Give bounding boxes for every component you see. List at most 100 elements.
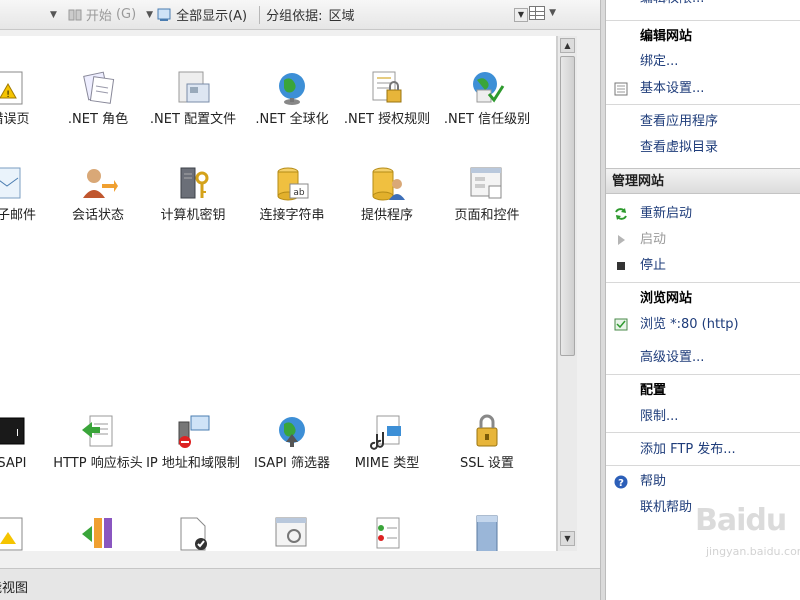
browse-80-label: 浏览 *:80 (http) (640, 317, 739, 332)
help-link[interactable]: ? 帮助 (606, 471, 800, 493)
show-all-label: 全部显示(A) (176, 9, 248, 24)
scroll-thumb[interactable] (560, 56, 575, 356)
stop-icon (617, 262, 625, 270)
view-mode-button[interactable]: ▼ (529, 6, 560, 20)
start-site-link: 启动 (606, 229, 800, 251)
net-globalization-icon (279, 73, 305, 105)
feature-row4-item-4[interactable] (242, 514, 342, 551)
net-roles-icon (83, 71, 115, 104)
tab-features-view[interactable]: 功能视图 (0, 581, 28, 596)
baidu-watermark-sub: jingyan.baidu.com (706, 545, 800, 558)
add-ftp-publishing-link[interactable]: 添加 FTP 发布... (606, 439, 800, 461)
net-profile-icon (178, 71, 210, 103)
show-all-button[interactable]: 全部显示(A) (157, 5, 247, 24)
filter-dropdown-arrow[interactable]: ▼ (46, 10, 61, 20)
start-icon (68, 9, 82, 20)
feature-net-authorization[interactable]: .NET 授权规则 (337, 68, 437, 128)
net-trust-level-icon (473, 72, 505, 103)
feature-row4-item-5[interactable] (337, 514, 437, 551)
help-label: 帮助 (640, 474, 667, 489)
advanced-settings-link[interactable]: 高级设置... (606, 347, 800, 369)
edit-permissions-link[interactable]: 编辑权限... (606, 0, 800, 10)
filter-toolbar: ▼ 开始 (G) ▼ 全部显示(A) 分组依据: 区域 ▼ ▼ (0, 0, 600, 30)
play-icon (618, 235, 625, 245)
chevron-down-icon: ▼ (50, 9, 57, 20)
stop-site-label: 停止 (640, 258, 667, 273)
grid-view-icon (529, 6, 546, 20)
feature-row4-item-2[interactable] (48, 514, 148, 551)
group-by-value[interactable]: 区域 (329, 5, 355, 24)
browse-80-link[interactable]: 浏览 *:80 (http) (606, 314, 800, 336)
start-filter-button[interactable]: 开始 (G) (67, 5, 136, 24)
basic-settings-link[interactable]: 基本设置... (606, 78, 800, 100)
actions-divider (606, 20, 800, 21)
configure-heading: 配置 (640, 383, 667, 398)
error-page-icon: ! (0, 71, 23, 105)
group-by-dropdown-icon[interactable]: ▼ (514, 8, 528, 22)
scroll-up-arrow-icon[interactable]: ▲ (560, 38, 575, 53)
view-applications-link[interactable]: 查看应用程序 (606, 111, 800, 133)
feature-session-state[interactable]: 会话状态 (48, 164, 148, 224)
feature-http-response-headers[interactable]: HTTP 响应标头 (48, 412, 148, 472)
feature-machine-key[interactable]: 计算机密钥 (143, 164, 243, 224)
actions-divider (606, 374, 800, 375)
actions-divider (606, 432, 800, 433)
feature-net-globalization[interactable]: .NET 全球化 (242, 68, 342, 128)
bindings-link[interactable]: 绑定... (606, 51, 800, 73)
ip-domain-restrictions-icon (178, 415, 210, 448)
manage-site-header[interactable]: 管理网站 (606, 168, 800, 194)
features-pane: ▼ 开始 (G) ▼ 全部显示(A) 分组依据: 区域 ▼ ▼ ! 错误页 .N… (0, 0, 600, 600)
view-tab-bar: 功能视图 (0, 568, 600, 600)
mime-types-icon (370, 415, 401, 450)
start-dropdown-icon[interactable]: ▼ (146, 10, 153, 20)
view-virtual-dirs-link[interactable]: 查看虚拟目录 (606, 137, 800, 159)
feature-isapi-filters[interactable]: ISAPI 筛选器 (242, 412, 342, 472)
feature-pages-controls[interactable]: 页面和控件 (437, 164, 537, 224)
feature-net-profile[interactable]: .NET 配置文件 (143, 68, 243, 128)
providers-icon (372, 167, 405, 201)
ssl-settings-icon (476, 414, 498, 447)
feature-connection-strings[interactable]: ab 连接字符串 (242, 164, 342, 224)
feature-icon-grid: ! 错误页 .NET 角色 .NET 配置文件 .NET 全球化 .NET 授权… (0, 36, 557, 551)
isapi-filters-icon (279, 417, 305, 447)
limits-link[interactable]: 限制... (606, 406, 800, 428)
feature-net-trust-level[interactable]: .NET 信任级别 (437, 68, 537, 128)
restart-link[interactable]: 重新启动 (606, 203, 800, 225)
toolbar-divider (259, 5, 261, 24)
feature-mime-types[interactable]: MIME 类型 (337, 412, 437, 472)
svg-text:!: ! (6, 90, 10, 100)
vertical-scrollbar[interactable]: ▲ ▼ (557, 36, 577, 551)
default-document-icon (180, 517, 207, 551)
handler-mappings-icon (82, 518, 112, 548)
session-state-icon (83, 169, 118, 198)
group-by-label: 分组依据: (266, 9, 323, 24)
feature-row4-item-6[interactable] (437, 514, 537, 551)
feature-row4-item-3[interactable] (143, 514, 243, 551)
feature-ssl-settings[interactable]: SSL 设置 (437, 412, 537, 472)
start-shortcut: (G) (115, 7, 137, 22)
start-site-label: 启动 (640, 232, 667, 247)
actions-divider (606, 282, 800, 283)
show-all-icon (157, 8, 171, 21)
basic-settings-label: 基本设置... (640, 81, 705, 96)
view-dropdown-icon: ▼ (549, 8, 556, 18)
output-caching-icon (476, 515, 498, 551)
net-authorization-icon (372, 71, 402, 103)
pages-controls-icon (470, 167, 502, 199)
directory-browsing-icon (275, 517, 307, 547)
logging-icon (376, 517, 400, 549)
svg-text:I: I (16, 428, 19, 439)
scroll-down-arrow-icon[interactable]: ▼ (560, 531, 575, 546)
machine-key-icon (180, 167, 209, 199)
feature-net-roles[interactable]: .NET 角色 (48, 68, 148, 128)
browse-icon (614, 318, 628, 331)
help-icon: ? (614, 475, 628, 489)
http-response-headers-icon (82, 415, 113, 447)
start-filter-label: 开始 (85, 9, 112, 24)
restart-label: 重新启动 (640, 206, 693, 221)
feature-ip-domain-restrictions[interactable]: IP 地址和域限制 (143, 412, 243, 472)
settings-page-icon (614, 82, 628, 96)
stop-site-link[interactable]: 停止 (606, 255, 800, 277)
feature-providers[interactable]: 提供程序 (337, 164, 437, 224)
baidu-watermark: Baidu (695, 503, 787, 538)
